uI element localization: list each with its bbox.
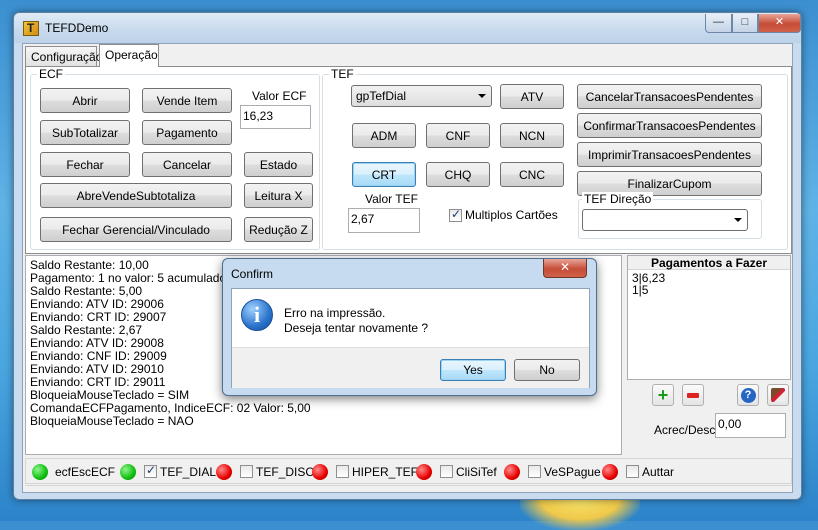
gp-tef-select[interactable]: gpTefDial bbox=[351, 85, 492, 107]
acrec-desc-label: Acrec/Desc bbox=[654, 423, 716, 437]
tef-disc-status-led bbox=[216, 464, 232, 480]
tef-dial-checkbox[interactable] bbox=[144, 463, 157, 478]
cancelar-transacoes-pendentes-button[interactable]: CancelarTransacoesPendentes bbox=[577, 84, 762, 109]
dialog-footer: Yes No bbox=[232, 347, 589, 388]
help-button[interactable]: ? bbox=[737, 384, 759, 406]
tef-group: TEF gpTefDial ATV ADM CNF NCN CRT CHQ CN… bbox=[322, 67, 788, 250]
operacao-panel: ECF Abrir Vende Item Valor ECF 16,23 Sub… bbox=[25, 66, 792, 254]
vespague-status-led bbox=[504, 464, 520, 480]
minus-icon bbox=[687, 392, 699, 398]
status-panel: ecfEscECF TEF_DIAL TEF_DISC HIPER_TEF Cl… bbox=[25, 458, 792, 484]
estado-button[interactable]: Estado bbox=[244, 152, 313, 177]
tef-disc-checkbox[interactable] bbox=[240, 465, 253, 478]
window-title: TEFDDemo bbox=[45, 21, 109, 35]
valor-tef-label: Valor TEF bbox=[365, 192, 418, 206]
reducao-z-button[interactable]: Redução Z bbox=[244, 217, 313, 242]
cancelar-button[interactable]: Cancelar bbox=[142, 152, 232, 177]
tef-disc-label: TEF_DISC bbox=[256, 465, 315, 479]
confirmar-transacoes-pendentes-button[interactable]: ConfirmarTransacoesPendentes bbox=[577, 113, 762, 138]
maximize-button[interactable]: □ bbox=[732, 14, 758, 33]
dialog-close-button[interactable]: ✕ bbox=[543, 259, 587, 278]
chevron-down-icon bbox=[734, 218, 742, 222]
tef-dial-label: TEF_DIAL bbox=[160, 465, 217, 479]
gp-tef-selected: gpTefDial bbox=[356, 89, 407, 103]
cnc-button[interactable]: CNC bbox=[500, 162, 564, 187]
tef-direcao-label: TEF Direção bbox=[582, 192, 654, 206]
pagamento-button[interactable]: Pagamento bbox=[142, 120, 232, 145]
close-button[interactable]: ✕ bbox=[758, 14, 801, 33]
tef-direcao-group: TEF Direção bbox=[578, 192, 762, 239]
valor-ecf-label: Valor ECF bbox=[252, 89, 307, 103]
help-icon: ? bbox=[740, 387, 756, 403]
auttar-checkbox[interactable] bbox=[626, 465, 639, 478]
payments-header: Pagamentos a Fazer bbox=[628, 256, 790, 270]
log-line: BloqueiaMouseTeclado = NAO bbox=[30, 414, 194, 428]
main-window: TEFDDemo — □ ✕ Configuração Operação ECF… bbox=[13, 12, 802, 500]
title-bar[interactable]: TEFDDemo — □ ✕ bbox=[14, 13, 801, 43]
auttar-label: Auttar bbox=[642, 465, 675, 479]
acrec-desc-input[interactable]: 0,00 bbox=[715, 413, 786, 438]
ecf-group-label: ECF bbox=[37, 67, 65, 81]
confirm-dialog: Confirm ✕ i Erro na impressão. Deseja te… bbox=[222, 258, 597, 396]
vende-item-button[interactable]: Vende Item bbox=[142, 88, 232, 113]
valor-tef-input[interactable]: 2,67 bbox=[348, 208, 420, 233]
ecfescecf-label: ecfEscECF bbox=[55, 465, 116, 479]
leitura-x-button[interactable]: Leitura X bbox=[244, 183, 313, 208]
add-payment-button[interactable]: + bbox=[652, 384, 674, 406]
hiper-tef-label: HIPER_TEF bbox=[352, 465, 419, 479]
ncn-button[interactable]: NCN bbox=[500, 123, 564, 148]
ecf-group: ECF Abrir Vende Item Valor ECF 16,23 Sub… bbox=[30, 67, 320, 250]
vespague-label: VeSPague bbox=[544, 465, 601, 479]
chq-button[interactable]: CHQ bbox=[426, 162, 490, 187]
ecfescecf-status-led bbox=[32, 464, 48, 480]
hiper-tef-status-led bbox=[312, 464, 328, 480]
clisitef-checkbox[interactable] bbox=[440, 465, 453, 478]
crt-button[interactable]: CRT bbox=[352, 162, 416, 187]
hiper-tef-checkbox[interactable] bbox=[336, 465, 349, 478]
atv-button[interactable]: ATV bbox=[500, 84, 564, 109]
yes-button[interactable]: Yes bbox=[440, 359, 506, 381]
subtotalizar-button[interactable]: SubTotalizar bbox=[40, 120, 130, 145]
multiplos-cartoes-checkbox[interactable] bbox=[449, 207, 462, 222]
adm-button[interactable]: ADM bbox=[352, 123, 416, 148]
payments-list[interactable]: Pagamentos a Fazer 3|6,23 1|5 bbox=[627, 255, 791, 380]
remove-payment-button[interactable] bbox=[682, 384, 704, 406]
info-icon: i bbox=[241, 299, 273, 331]
fechar-gerencial-button[interactable]: Fechar Gerencial/Vinculado bbox=[40, 217, 232, 242]
tef-direcao-select[interactable] bbox=[582, 209, 748, 231]
dialog-title: Confirm bbox=[231, 267, 274, 281]
dialog-message-line2: Deseja tentar novamente ? bbox=[284, 321, 429, 335]
minimize-button[interactable]: — bbox=[705, 14, 732, 33]
tab-operacao[interactable]: Operação bbox=[99, 44, 159, 67]
plus-icon: + bbox=[657, 385, 669, 405]
no-button[interactable]: No bbox=[514, 359, 580, 381]
multiplos-cartoes-label: Multiplos Cartões bbox=[465, 208, 558, 222]
clean-button[interactable] bbox=[767, 384, 789, 406]
broom-icon bbox=[771, 388, 785, 402]
abre-vende-subtotaliza-button[interactable]: AbreVendeSubtotaliza bbox=[40, 183, 232, 208]
tef-group-label: TEF bbox=[329, 67, 356, 81]
payment-line: 1|5 bbox=[632, 283, 649, 297]
cnf-button[interactable]: CNF bbox=[426, 123, 490, 148]
auttar-status-led bbox=[602, 464, 618, 480]
tab-configuracao[interactable]: Configuração bbox=[25, 46, 102, 66]
clisitef-label: CliSiTef bbox=[456, 465, 497, 479]
vespague-checkbox[interactable] bbox=[528, 465, 541, 478]
abrir-button[interactable]: Abrir bbox=[40, 88, 130, 113]
imprimir-transacoes-pendentes-button[interactable]: ImprimirTransacoesPendentes bbox=[577, 142, 762, 167]
dialog-message-line1: Erro na impressão. bbox=[284, 306, 386, 320]
valor-ecf-input[interactable]: 16,23 bbox=[240, 105, 311, 129]
tef-dial-status-led bbox=[120, 464, 136, 480]
app-icon bbox=[23, 21, 39, 36]
clisitef-status-led bbox=[416, 464, 432, 480]
status-bar bbox=[25, 485, 792, 492]
fechar-button[interactable]: Fechar bbox=[40, 152, 130, 177]
chevron-down-icon bbox=[478, 94, 486, 98]
payment-line: 3|6,23 bbox=[632, 271, 666, 285]
dialog-body: i Erro na impressão. Deseja tentar novam… bbox=[231, 288, 590, 388]
